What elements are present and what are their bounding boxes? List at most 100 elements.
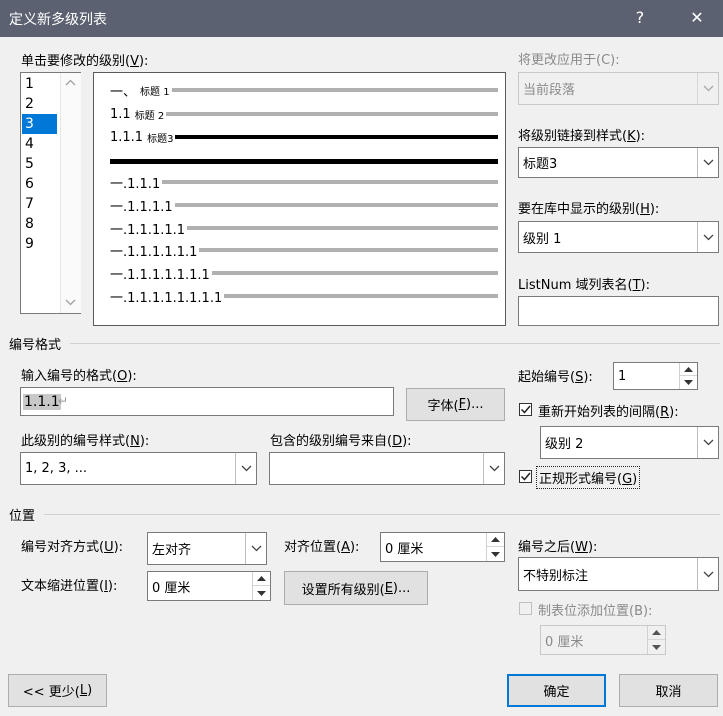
link-style-value: 标题3 — [523, 157, 558, 172]
level-list-item[interactable]: 6 — [22, 174, 57, 194]
gallery-level-combo[interactable]: 级别 1 — [518, 221, 719, 253]
number-style-label: 此级别的编号样式(N): — [21, 434, 150, 449]
ok-button[interactable]: 确定 — [507, 674, 606, 707]
checkmark-icon — [520, 405, 531, 414]
restart-checkbox[interactable] — [519, 403, 532, 416]
chevron-down-icon — [251, 545, 261, 552]
number-format-input[interactable]: 1.1.1 ↵ — [20, 387, 394, 416]
preview-line — [224, 294, 498, 298]
chevron-down-icon — [703, 234, 713, 240]
level-list-item[interactable]: 3 — [22, 114, 57, 134]
number-format-field: 1.1.1 — [23, 394, 61, 410]
aligned-at-value: 0 厘米 — [385, 541, 424, 557]
number-format-section-title: 编号格式 — [9, 338, 62, 353]
enter-format-label: 输入编号的格式(O): — [21, 369, 137, 384]
preview-line — [110, 158, 498, 164]
number-style-value: 1, 2, 3, ... — [25, 461, 88, 476]
preview-line — [175, 135, 498, 139]
scroll-up-icon[interactable] — [65, 79, 76, 86]
number-style-combo[interactable]: 1, 2, 3, ... — [20, 452, 257, 485]
preview-line — [171, 88, 498, 92]
spin-down-button[interactable] — [253, 586, 270, 600]
triangle-up-icon — [684, 366, 693, 372]
level-list-scrollbar[interactable] — [60, 73, 81, 313]
scroll-down-icon[interactable] — [65, 299, 76, 306]
chevron-down-icon — [703, 571, 713, 577]
preview-heading: 标题3 — [147, 133, 174, 145]
set-all-levels-button[interactable]: 设置所有级别(E)... — [284, 571, 428, 605]
follow-number-combo[interactable]: 不特别标注 — [518, 557, 719, 591]
level-list-item[interactable]: 5 — [22, 154, 57, 174]
preview-number: 一.1.1.1.1.1 — [110, 222, 186, 238]
spin-up-button[interactable] — [680, 363, 697, 376]
legal-style-label: 正规形式编号(G) — [536, 466, 641, 489]
listnum-label: ListNum 域列表名(T): — [518, 278, 650, 293]
level-list-item[interactable]: 9 — [22, 234, 57, 254]
level-list-item[interactable]: 1 — [22, 74, 57, 94]
dialog-title: 定义新多级列表 — [9, 12, 107, 28]
preview-row: 一.1.1.1.1.1 — [110, 220, 498, 238]
follow-number-label: 编号之后(W): — [518, 540, 598, 555]
apply-to-value: 当前段落 — [523, 83, 576, 98]
tab-stop-checkbox[interactable] — [519, 602, 532, 615]
preview-row: 1.1 标题 2 — [110, 106, 498, 122]
triangle-down-icon — [491, 551, 500, 557]
apply-to-combo[interactable]: 当前段落 — [518, 72, 719, 105]
spin-up-button[interactable] — [487, 533, 504, 547]
preview-number: 一.1.1.1.1.1.1 — [110, 244, 198, 260]
title-bar: 定义新多级列表 ? ✕ — [0, 0, 723, 37]
font-button[interactable]: 字体(F)... — [406, 388, 505, 421]
spin-down-button[interactable] — [680, 376, 697, 389]
start-at-spinner[interactable]: 1 — [613, 362, 698, 390]
help-button[interactable]: ? — [627, 6, 653, 30]
start-at-value: 1 — [618, 368, 627, 384]
preview-line — [211, 271, 498, 275]
paragraph-mark-icon: ↵ — [58, 394, 69, 408]
indent-label: 文本缩进位置(I): — [21, 579, 118, 594]
triangle-up-icon — [257, 576, 266, 581]
tab-stop-label: 制表位添加位置(B): — [538, 604, 653, 619]
indent-spinner[interactable]: 0 厘米 — [147, 571, 271, 601]
preview-number: 一.1.1.1.1 — [110, 199, 173, 215]
preview-row: 一.1.1.1.1.1.1.1.1 — [110, 288, 498, 306]
link-style-combo[interactable]: 标题3 — [518, 147, 719, 178]
follow-number-value: 不特别标注 — [523, 568, 589, 584]
preview-row: 一.1.1.1.1.1.1 — [110, 242, 498, 260]
link-style-label: 将级别链接到样式(K): — [518, 129, 646, 144]
aligned-at-label: 对齐位置(A): — [284, 540, 360, 555]
gallery-level-label: 要在库中显示的级别(H): — [518, 202, 660, 217]
aligned-at-spinner[interactable]: 0 厘米 — [380, 532, 505, 562]
spin-up-button[interactable] — [253, 572, 270, 586]
level-list-item[interactable]: 4 — [22, 134, 57, 154]
chevron-down-icon — [489, 465, 499, 472]
spin-up-button[interactable] — [648, 626, 665, 640]
chevron-down-icon — [703, 159, 713, 166]
level-list-item[interactable]: 7 — [22, 194, 57, 214]
level-list-item[interactable]: 2 — [22, 94, 57, 114]
preview-row: 一、 标题 1 — [110, 82, 498, 100]
triangle-down-icon — [684, 380, 693, 385]
restart-level-combo[interactable]: 级别 2 — [540, 426, 719, 459]
section-divider — [70, 343, 720, 344]
level-list-item[interactable]: 8 — [22, 214, 57, 234]
spin-down-button[interactable] — [487, 547, 504, 561]
tab-stop-value: 0 厘米 — [545, 634, 584, 650]
triangle-down-icon — [257, 590, 266, 596]
tab-stop-spinner[interactable]: 0 厘米 — [540, 625, 666, 655]
listnum-input[interactable] — [518, 296, 719, 326]
level-list[interactable]: 123456789 — [20, 72, 81, 314]
legal-style-checkbox[interactable] — [519, 470, 532, 483]
preview-line — [187, 226, 498, 230]
preview-number: 一.1.1.1.1.1.1.1 — [110, 267, 210, 283]
include-level-combo[interactable] — [269, 452, 505, 485]
preview-number: 一.1.1.1.1.1.1.1.1 — [110, 290, 223, 306]
restart-label: 重新开始列表的间隔(R): — [538, 405, 679, 420]
less-button[interactable]: << 更少(L) — [8, 674, 107, 707]
preview-row: 1.1.1 标题3 — [110, 129, 498, 145]
cancel-button[interactable]: 取消 — [619, 674, 718, 707]
preview-number: 1.1 — [110, 106, 131, 122]
alignment-combo[interactable]: 左对齐 — [147, 532, 267, 565]
spin-down-button[interactable] — [648, 640, 665, 654]
alignment-value: 左对齐 — [152, 543, 192, 558]
close-button[interactable]: ✕ — [684, 6, 710, 30]
